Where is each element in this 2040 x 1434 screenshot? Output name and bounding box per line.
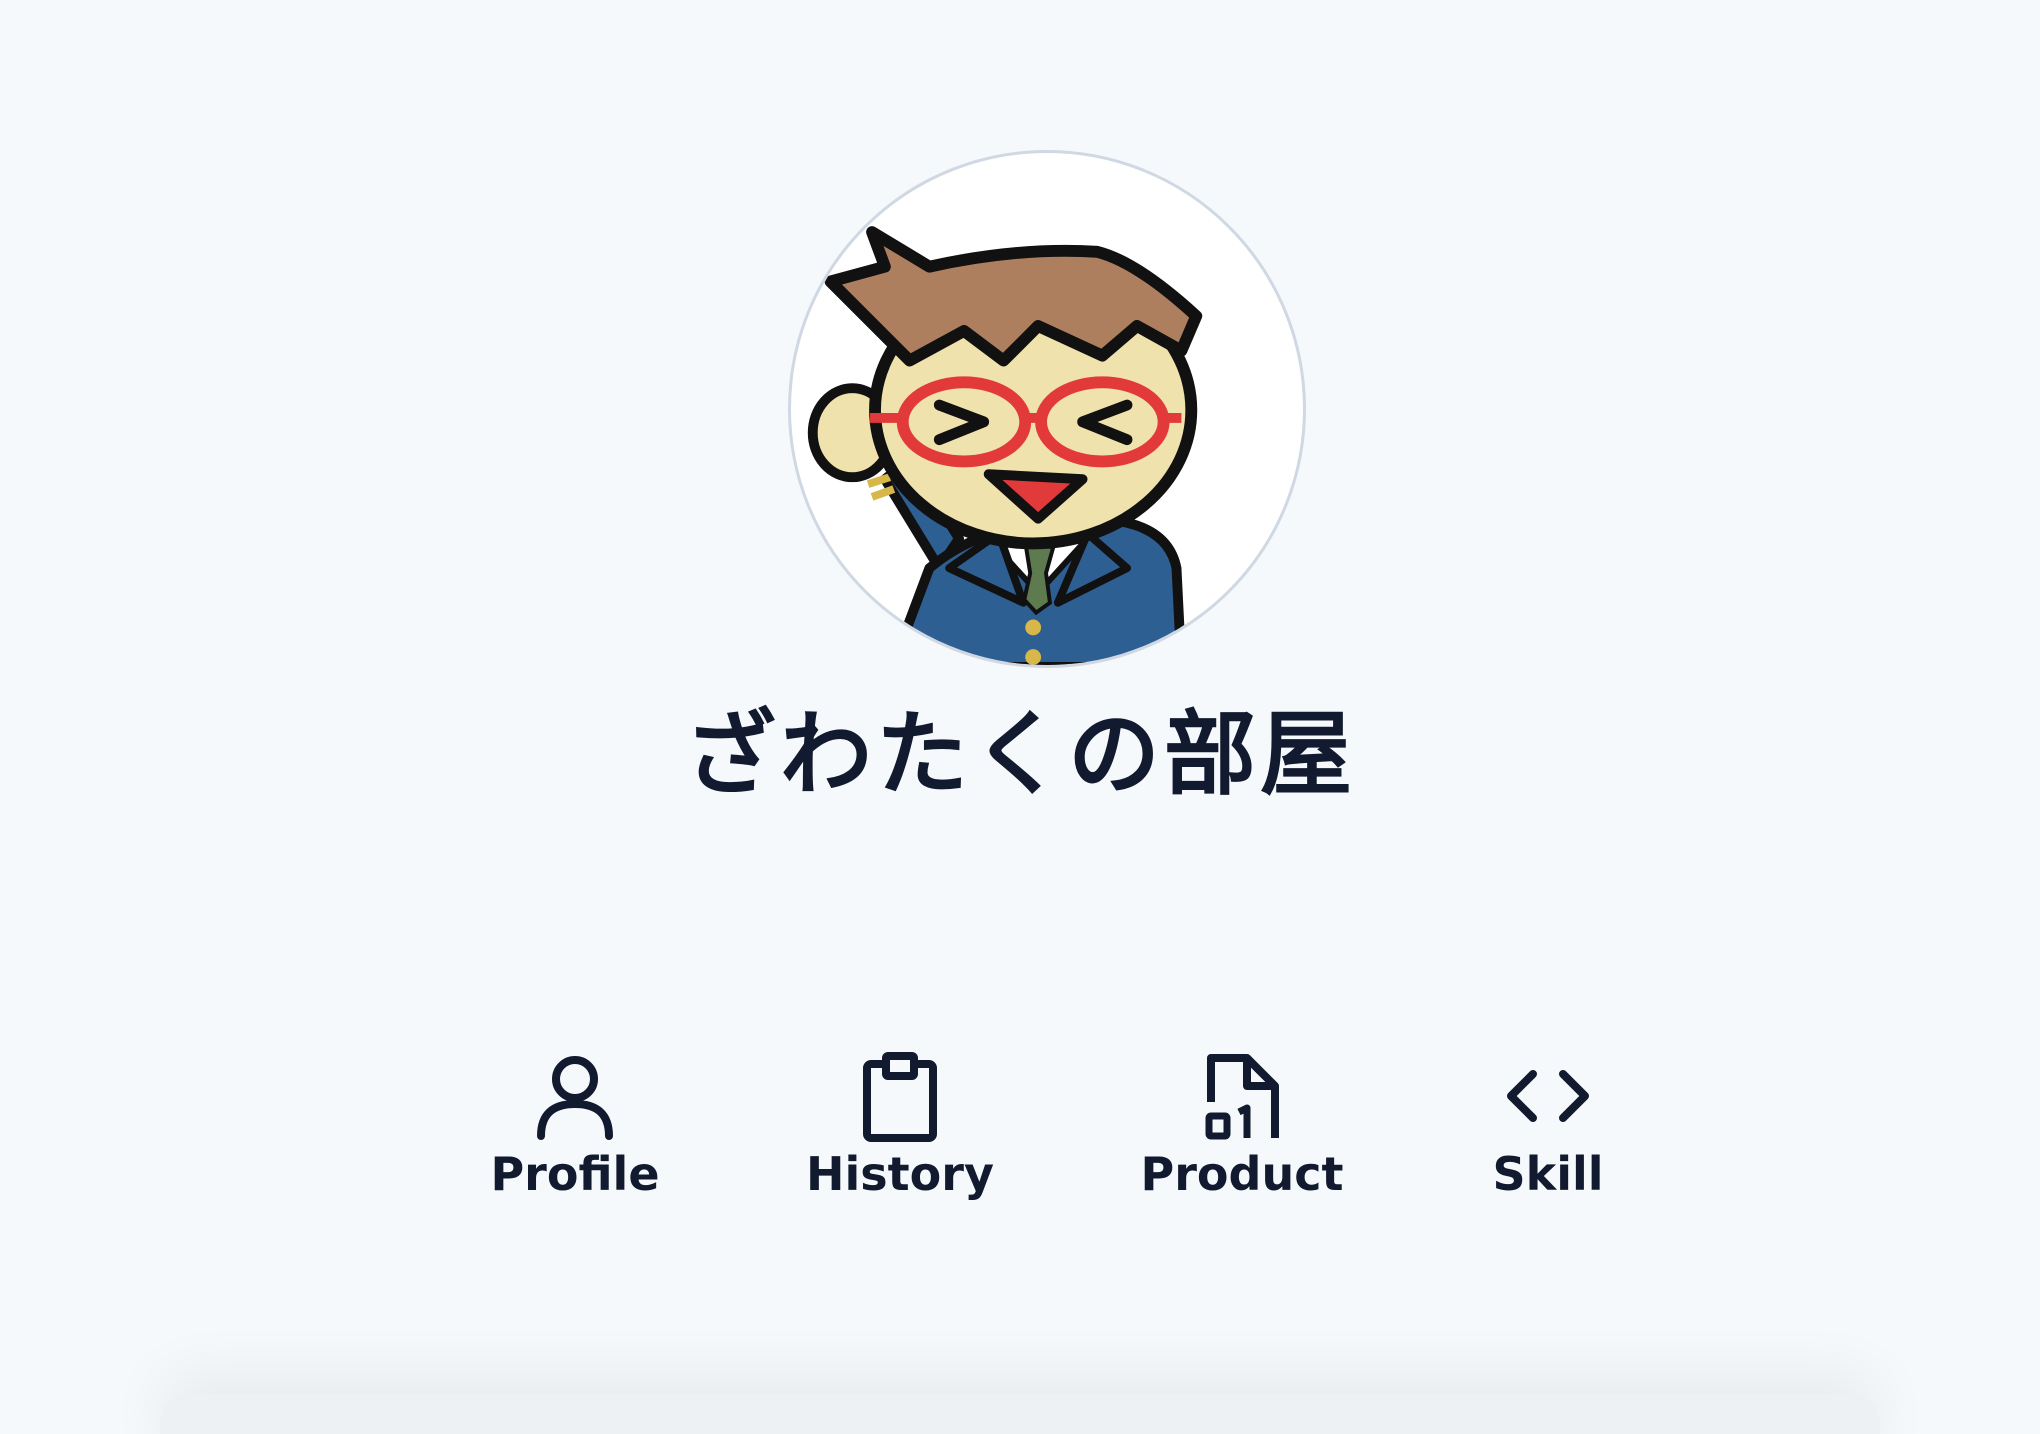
nav-label: Skill xyxy=(1492,1147,1604,1201)
bottom-panel xyxy=(160,1394,1880,1434)
page-title: ざわたくの部屋 xyxy=(683,701,1356,808)
nav-label: Profile xyxy=(490,1147,660,1201)
nav-label: History xyxy=(806,1147,994,1201)
nav-item-history[interactable]: History xyxy=(770,1052,1030,1212)
code-icon xyxy=(1507,1070,1589,1122)
clipboard-icon xyxy=(863,1052,937,1142)
cartoon-avatar-icon xyxy=(807,226,1203,665)
nav-item-product[interactable]: Product xyxy=(1112,1052,1372,1212)
file-binary-icon xyxy=(1205,1054,1279,1140)
nav-item-skill[interactable]: Skill xyxy=(1418,1052,1678,1212)
avatar xyxy=(788,150,1306,668)
nav-label: Product xyxy=(1140,1147,1344,1201)
page: ざわたくの部屋 Profile History Product Skill xyxy=(0,0,2040,1434)
user-icon xyxy=(537,1056,613,1140)
nav-item-profile[interactable]: Profile xyxy=(445,1052,705,1212)
main-nav: Profile History Product Skill xyxy=(0,1052,2040,1212)
